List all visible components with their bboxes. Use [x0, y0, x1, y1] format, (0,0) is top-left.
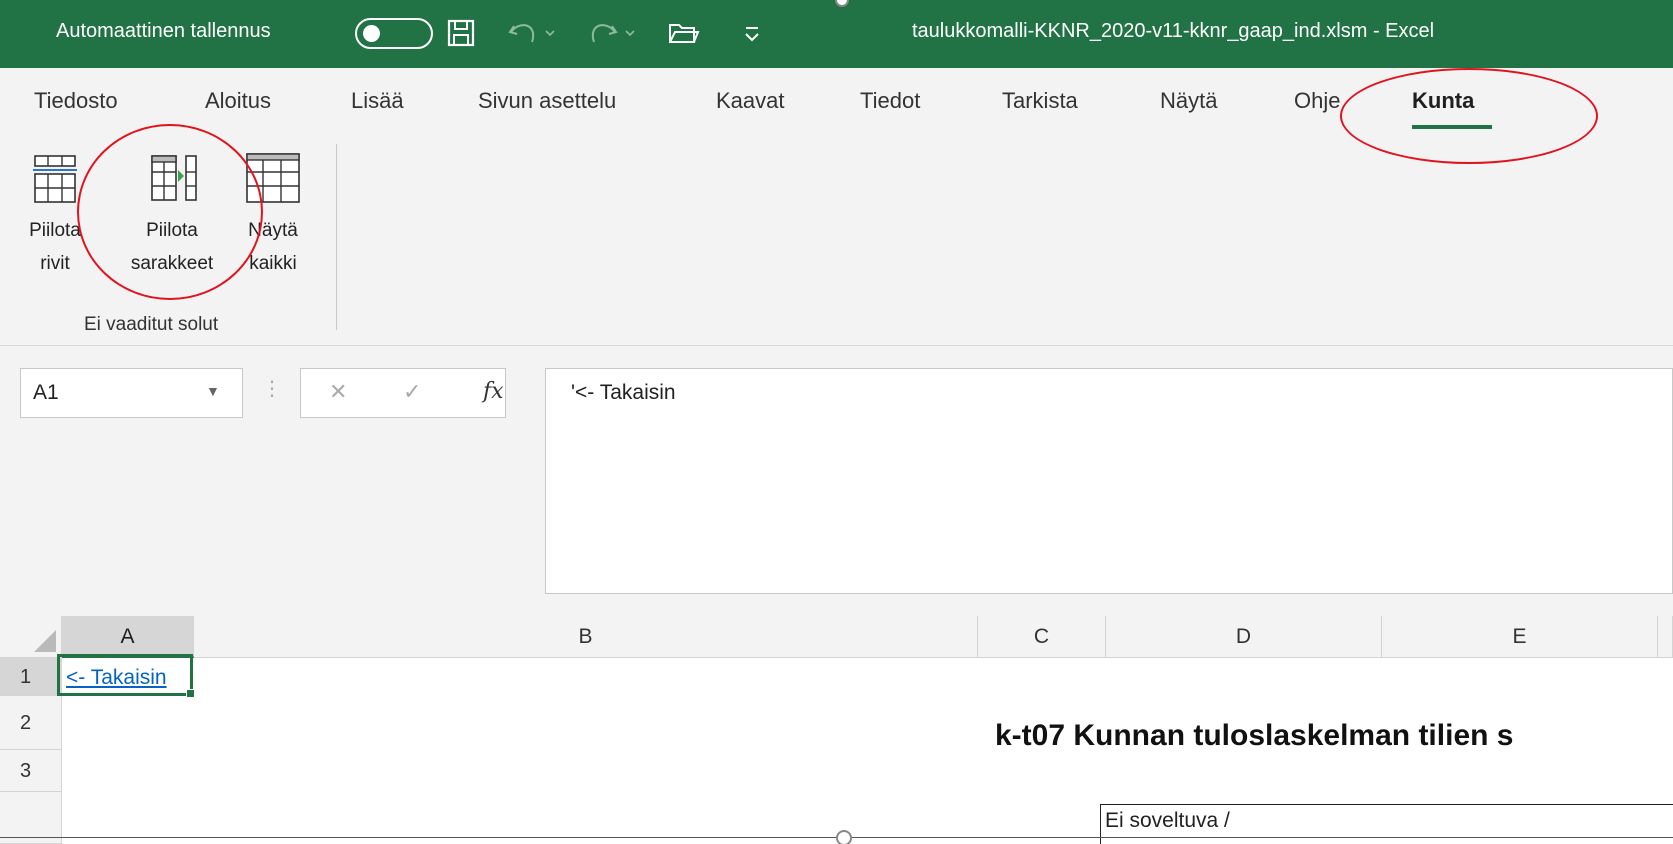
ribbon-group-label: Ei vaaditut solut [84, 314, 219, 335]
title-bar: Automaattinen tallennus taulukkomalli-KK… [0, 0, 1673, 68]
column-header-b[interactable]: B [194, 616, 978, 658]
enter-check-icon[interactable]: ✓ [403, 379, 421, 405]
tab-formulas[interactable]: Kaavat [716, 88, 785, 114]
active-cell-border [57, 654, 193, 696]
save-icon[interactable] [446, 16, 476, 50]
customize-qat-icon[interactable] [740, 16, 764, 50]
column-header-d[interactable]: D [1106, 616, 1382, 658]
formula-buttons: ✕ ✓ fx [300, 368, 506, 418]
name-box-value: A1 [33, 381, 59, 404]
drag-handle-icon[interactable]: ⋮ [262, 376, 282, 401]
tab-view[interactable]: Näytä [1160, 88, 1217, 114]
formula-input[interactable]: '<- Takaisin [545, 368, 1673, 594]
row-header-1[interactable]: 1 [0, 658, 62, 696]
column-header-f[interactable] [1658, 616, 1673, 658]
window-title: taulukkomalli-KKNR_2020-v11-kknr_gaap_in… [912, 20, 1435, 42]
chevron-down-icon[interactable]: ▼ [206, 383, 220, 399]
tab-file[interactable]: Tiedosto [34, 88, 118, 114]
applicability-box[interactable]: Ei soveltuva / [1100, 804, 1673, 844]
insert-function-icon[interactable]: fx [483, 379, 504, 404]
resize-handle-bottom-icon[interactable] [836, 830, 852, 844]
ribbon-group-separator [336, 144, 337, 330]
select-all-icon [34, 630, 56, 652]
autosave-label: Automaattinen tallennus [56, 20, 271, 42]
applicability-text: Ei soveltuva / [1105, 809, 1230, 832]
autosave-toggle[interactable] [355, 18, 433, 49]
hide-rows-label-2: rivit [40, 253, 70, 274]
annotation-circle-tab [1340, 68, 1598, 164]
tab-page-layout[interactable]: Sivun asettelu [478, 88, 616, 114]
tab-data[interactable]: Tiedot [860, 88, 920, 114]
hide-rows-icon [33, 155, 77, 203]
tab-help[interactable]: Ohje [1294, 88, 1340, 114]
toggle-knob-icon [363, 25, 380, 42]
select-all-button[interactable] [0, 616, 62, 658]
tab-home[interactable]: Aloitus [205, 88, 271, 114]
tab-review[interactable]: Tarkista [1002, 88, 1078, 114]
fill-handle-icon[interactable] [186, 689, 195, 698]
undo-icon[interactable] [506, 16, 558, 50]
column-header-a[interactable]: A [62, 616, 194, 658]
row-header-2[interactable]: 2 [0, 696, 62, 750]
worksheet-grid: A B C D E 1 2 3 <- Takaisin k-t07 Kunnan… [0, 616, 1673, 844]
row-header-3[interactable]: 3 [0, 750, 62, 792]
formula-input-value: '<- Takaisin [571, 381, 676, 404]
redo-icon[interactable] [586, 16, 638, 50]
name-box[interactable]: A1 ▼ [20, 368, 243, 418]
tab-insert[interactable]: Lisää [351, 88, 404, 114]
sheet-title: k-t07 Kunnan tuloslaskelman tilien s [995, 719, 1514, 752]
formula-bar: A1 ▼ ⋮ ✕ ✓ fx '<- Takaisin [0, 346, 1673, 616]
cancel-icon[interactable]: ✕ [329, 379, 347, 405]
column-header-c[interactable]: C [978, 616, 1106, 658]
open-folder-icon[interactable] [666, 16, 700, 50]
column-header-e[interactable]: E [1382, 616, 1658, 658]
annotation-circle-buttons [77, 124, 263, 300]
